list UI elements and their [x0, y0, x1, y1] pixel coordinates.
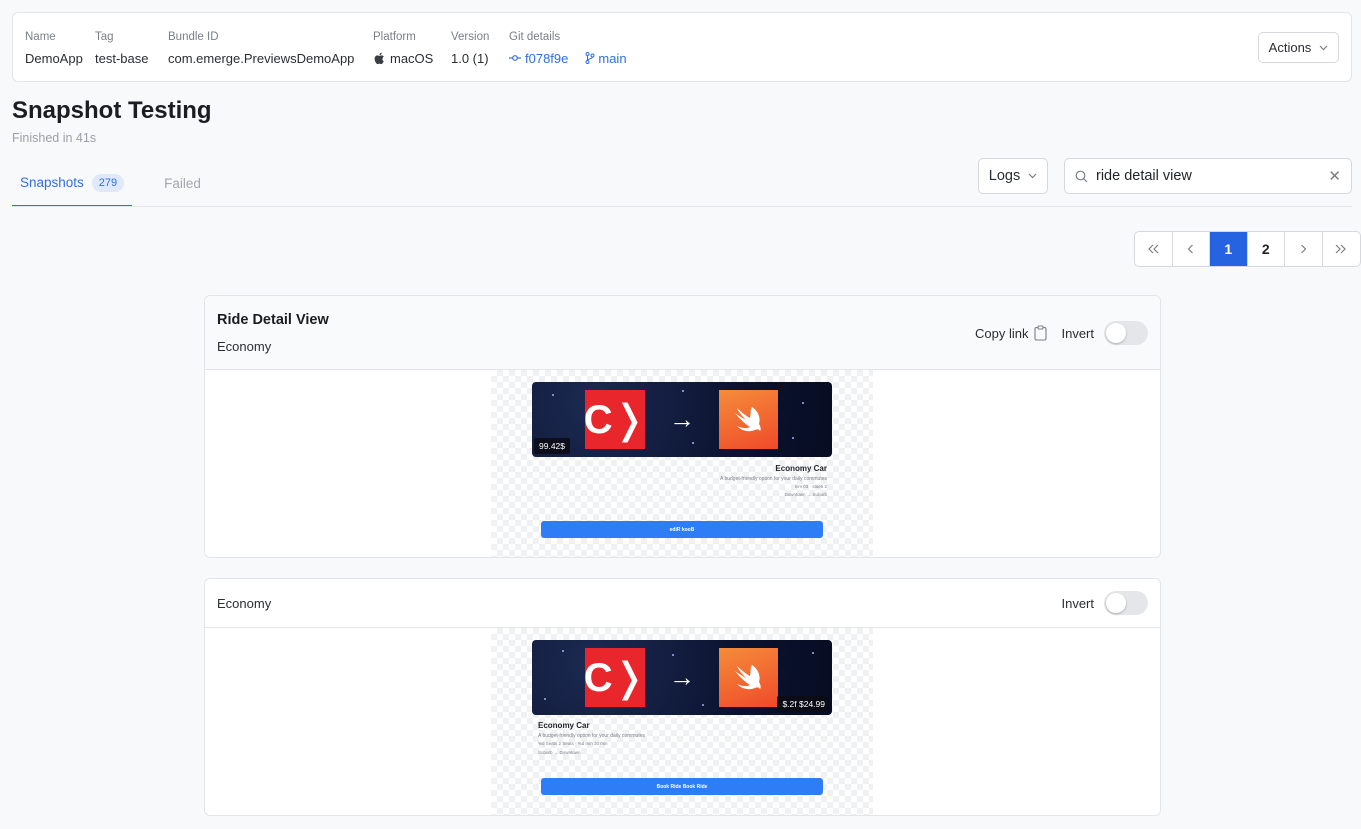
logs-label: Logs — [988, 168, 1021, 184]
bundle-id-value: com.emerge.PreviewsDemoApp — [168, 50, 355, 66]
chevron-down-icon — [1319, 45, 1328, 50]
ride-title: Economy Car — [538, 721, 590, 730]
cmux-logo-icon: C❭ — [584, 648, 646, 707]
invert-toggle[interactable] — [1104, 591, 1148, 615]
branch-icon — [585, 52, 595, 64]
swift-logo-icon — [719, 390, 778, 449]
last-page-button[interactable] — [1323, 232, 1361, 266]
ride-description: A budget-friendly option for your daily … — [538, 733, 645, 739]
chevron-down-icon — [1028, 173, 1037, 179]
chevron-left-icon — [1187, 244, 1194, 254]
pagination: 1 2 — [1134, 231, 1361, 267]
tab-label: Snapshots — [20, 175, 84, 190]
ride-title: Economy Car — [775, 464, 827, 473]
clipboard-icon — [1034, 325, 1048, 341]
snapshot-variant: Economy — [217, 339, 272, 354]
snapshot-controls: Copy link Invert — [975, 321, 1148, 345]
invert-label: Invert — [1061, 595, 1094, 611]
ride-description: A budget-friendly option for your daily … — [720, 476, 827, 482]
platform-text: macOS — [390, 50, 434, 66]
cmux-logo-icon: C❭ — [584, 390, 646, 449]
ride-route: Suburb → Downtown — [538, 750, 581, 755]
snapshot-title: Ride Detail View — [217, 312, 329, 328]
price-badge: $.2f $24.99 — [777, 696, 830, 712]
tab-divider — [12, 206, 1352, 207]
snapshot-controls: Invert — [1061, 591, 1148, 615]
logs-dropdown[interactable]: Logs — [978, 158, 1048, 194]
platform-value: macOS — [373, 49, 433, 67]
snapshot-count-badge: 279 — [91, 173, 125, 192]
git-details: f078f9e main — [509, 49, 627, 67]
meta-tag: Tag test-base — [95, 31, 148, 67]
preview-banner: C❭ → 99.42$ — [532, 382, 832, 457]
snapshot-header: Ride Detail View Economy Copy link Inver… — [205, 296, 1160, 370]
meta-name: Name DemoApp — [25, 31, 83, 67]
search-icon — [1075, 170, 1088, 182]
clear-search-icon[interactable]: ✕ — [1328, 167, 1341, 185]
swift-logo-icon — [719, 648, 778, 707]
meta-label: Bundle ID — [168, 31, 219, 43]
meta-platform: Platform macOS — [373, 31, 433, 67]
snapshot-image: C❭ → $.2f $24.99 Economy Car A budget-fr… — [491, 628, 873, 815]
branch-name: main — [598, 50, 627, 66]
copy-link-button[interactable]: Copy link — [975, 325, 1048, 341]
ride-meta: %d Seats 2 Seats · %d min 30 min — [538, 741, 608, 746]
double-chevron-left-icon — [1148, 244, 1159, 254]
apple-icon — [374, 52, 384, 64]
book-ride-button: ediR kooB — [541, 521, 823, 538]
invert-toggle[interactable] — [1104, 321, 1148, 345]
meta-label: Tag — [95, 31, 114, 43]
app-name: DemoApp — [25, 50, 83, 66]
snapshot-variant: Economy — [217, 596, 272, 611]
search-box: ✕ — [1064, 158, 1352, 194]
page-title: Snapshot Testing — [12, 97, 212, 124]
price-badge: 99.42$ — [534, 438, 570, 454]
meta-version: Version 1.0 (1) — [451, 31, 489, 67]
snapshot-header: Economy Invert — [205, 579, 1160, 628]
ride-meta: nim 03 · stae5 2 — [794, 484, 827, 489]
copy-link-label: Copy link — [975, 325, 1029, 341]
meta-bundle-id: Bundle ID com.emerge.PreviewsDemoApp — [168, 31, 354, 67]
next-page-button[interactable] — [1285, 232, 1323, 266]
search-input[interactable] — [1096, 168, 1321, 184]
actions-label: Actions — [1268, 40, 1312, 55]
preview-banner: C❭ → $.2f $24.99 — [532, 640, 832, 715]
commit-icon — [509, 55, 521, 61]
meta-git: Git details f078f9e main — [509, 31, 627, 67]
tab-bar: Snapshots 279 Failed — [12, 160, 209, 207]
arrow-right-icon: → — [669, 662, 695, 692]
page-1-button[interactable]: 1 — [1210, 232, 1248, 266]
meta-label: Version — [451, 31, 490, 43]
snapshot-card: Ride Detail View Economy Copy link Inver… — [204, 295, 1161, 558]
ride-route: Downtown → Suburb — [784, 492, 827, 497]
commit-link[interactable]: f078f9e — [509, 51, 568, 66]
prev-page-button[interactable] — [1173, 232, 1210, 266]
double-chevron-right-icon — [1335, 244, 1347, 254]
first-page-button[interactable] — [1135, 232, 1173, 266]
meta-label: Platform — [373, 31, 416, 43]
chevron-right-icon — [1300, 244, 1307, 254]
build-info-card: Name DemoApp Tag test-base Bundle ID com… — [12, 12, 1352, 82]
snapshot-image: C❭ → 99.42$ Economy Car A budget-friendl… — [491, 370, 873, 557]
invert-label: Invert — [1061, 325, 1094, 341]
version-value: 1.0 (1) — [451, 50, 489, 66]
page-2-button[interactable]: 2 — [1248, 232, 1285, 266]
tab-failed[interactable]: Failed — [156, 160, 209, 207]
commit-hash: f078f9e — [525, 50, 569, 66]
tab-label: Failed — [164, 176, 201, 191]
meta-label: Git details — [509, 31, 561, 43]
book-ride-button: Book Ride Book Ride — [541, 778, 823, 795]
tab-snapshots[interactable]: Snapshots 279 — [12, 160, 133, 207]
actions-button[interactable]: Actions — [1258, 32, 1339, 63]
meta-label: Name — [25, 31, 56, 43]
run-duration: Finished in 41s — [12, 131, 97, 145]
branch-link[interactable]: main — [585, 50, 627, 66]
tag-value: test-base — [95, 50, 149, 66]
snapshot-card: Economy Invert C❭ → $.2f $24.99 Economy … — [204, 578, 1161, 816]
arrow-right-icon: → — [669, 404, 695, 434]
